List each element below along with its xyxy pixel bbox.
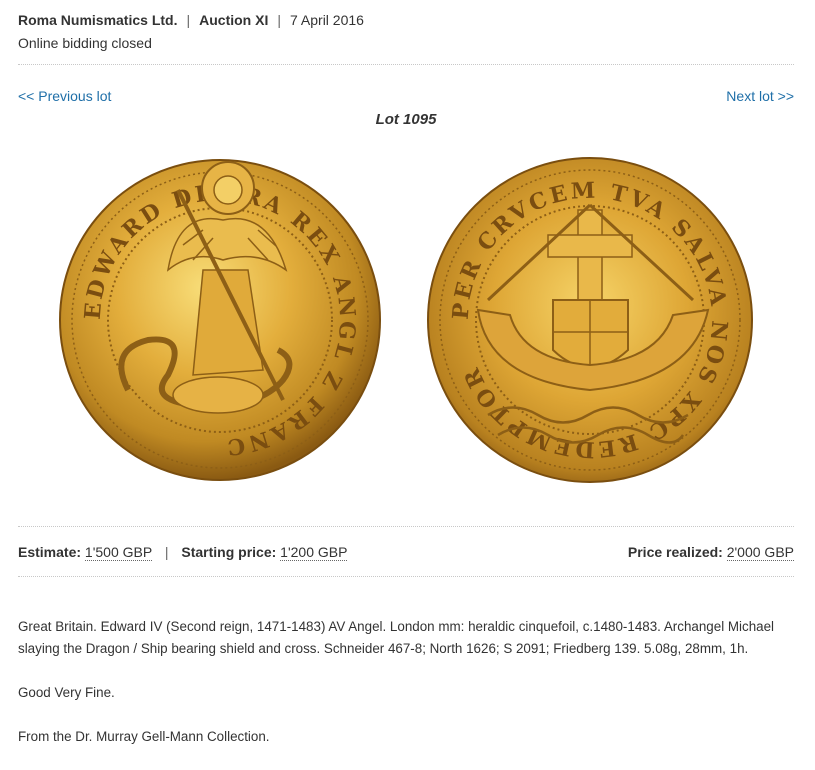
header-separator: | (277, 12, 281, 28)
auction-header: Roma Numismatics Ltd. | Auction XI | 7 April… (18, 12, 364, 28)
description-text: Great Britain. Edward IV (Second reign, … (18, 619, 775, 656)
divider (18, 526, 794, 527)
grade-text: Good Very Fine. (18, 685, 115, 700)
bidding-status: Online bidding closed (18, 35, 152, 51)
next-lot-link[interactable]: Next lot >> (726, 88, 794, 104)
estimate-group: Estimate: 1'500 GBP | Starting price: 1'… (18, 544, 348, 561)
coin-image[interactable]: EDWARD DI GRA REX ANGL Z FRANC PER CRVCE… (18, 150, 794, 490)
company-name[interactable]: Roma Numismatics Ltd. (18, 12, 177, 28)
auction-date: 7 April 2016 (290, 12, 364, 28)
lot-description: Great Britain. Edward IV (Second reign, … (18, 616, 794, 770)
auction-name[interactable]: Auction XI (199, 12, 268, 28)
realized-group: Price realized: 2'000 GBP (627, 544, 794, 561)
price-separator: | (164, 544, 169, 560)
header-separator: | (186, 12, 191, 28)
starting-price-label: Starting price: (181, 544, 277, 560)
price-realized-value[interactable]: 2'000 GBP (726, 544, 794, 561)
lot-title: Lot 1095 (375, 111, 437, 128)
starting-price-value[interactable]: 1'200 GBP (280, 544, 348, 561)
price-realized-label: Price realized: (627, 544, 723, 560)
estimate-value[interactable]: 1'500 GBP (84, 544, 152, 561)
obverse-coin: EDWARD DI GRA REX ANGL Z FRANC (59, 159, 381, 481)
provenance-text: From the Dr. Murray Gell-Mann Collection… (18, 729, 270, 744)
estimate-label: Estimate: (18, 544, 82, 560)
previous-lot-link[interactable]: << Previous lot (18, 88, 111, 104)
divider (18, 64, 794, 65)
divider (18, 576, 794, 577)
reverse-coin: PER CRVCEM TVA SALVA NOS XPC REDEMPTOR (427, 157, 753, 483)
